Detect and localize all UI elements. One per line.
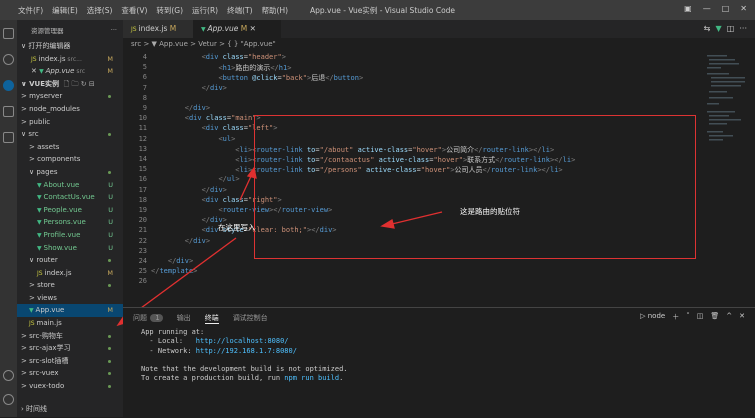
panel-tab[interactable]: 终端	[204, 313, 219, 324]
bottom-panel: 问题 1 输出 终端 调试控制台 ▷ node ＋ ˅ ◫ 🗑 ^ ✕ App run…	[123, 307, 755, 418]
panel-tab-label: 终端	[204, 314, 219, 322]
terminal-line: To create a production build, run npm ru…	[141, 374, 344, 383]
panel-tab[interactable]: 调试控制台	[233, 313, 268, 324]
panel-tab-label: 问题	[133, 314, 147, 322]
terminal-name: node	[647, 312, 666, 320]
terminal-line: Note that the development build is not o…	[141, 365, 348, 374]
trash-icon[interactable]: 🗑	[710, 312, 719, 322]
panel-tab-label: 输出	[176, 314, 191, 322]
panel-tab[interactable]: 输出	[177, 313, 191, 324]
router-view-annotation: 这是路由的贴位符	[460, 207, 520, 216]
terminal-link[interactable]: npm run build	[284, 374, 339, 382]
terminal-line: - Local: http://localhost:8080/	[141, 337, 289, 346]
terminal-link[interactable]: http://localhost:8080/	[196, 337, 289, 345]
terminal-line: - Network: http://192.168.1.7:8080/	[141, 346, 297, 355]
panel-tab[interactable]: 问题 1	[133, 313, 163, 324]
panel-actions: ▷ node ＋ ˅ ◫ 🗑 ^ ✕	[640, 312, 745, 322]
chevron-down-icon[interactable]: ˅	[686, 312, 690, 322]
terminal-select[interactable]: ▷ node	[640, 312, 665, 322]
write-here-annotation: 在这里写入	[218, 223, 256, 232]
panel-tabs: 问题 1 输出 终端 调试控制台	[133, 313, 268, 324]
terminal-output[interactable]: App running at: - Local: http://localhos…	[141, 328, 348, 384]
panel-tab-label: 调试控制台	[232, 314, 268, 322]
terminal-line: App running at:	[141, 328, 205, 336]
problem-count-badge: 1	[150, 314, 163, 322]
terminal-link[interactable]: http://192.168.1.7:8080/	[196, 347, 297, 355]
close-panel-icon[interactable]: ✕	[739, 312, 745, 322]
split-terminal-icon[interactable]: ◫	[697, 312, 704, 322]
add-terminal-icon[interactable]: ＋	[672, 312, 679, 322]
maximize-panel-icon[interactable]: ^	[726, 312, 732, 322]
